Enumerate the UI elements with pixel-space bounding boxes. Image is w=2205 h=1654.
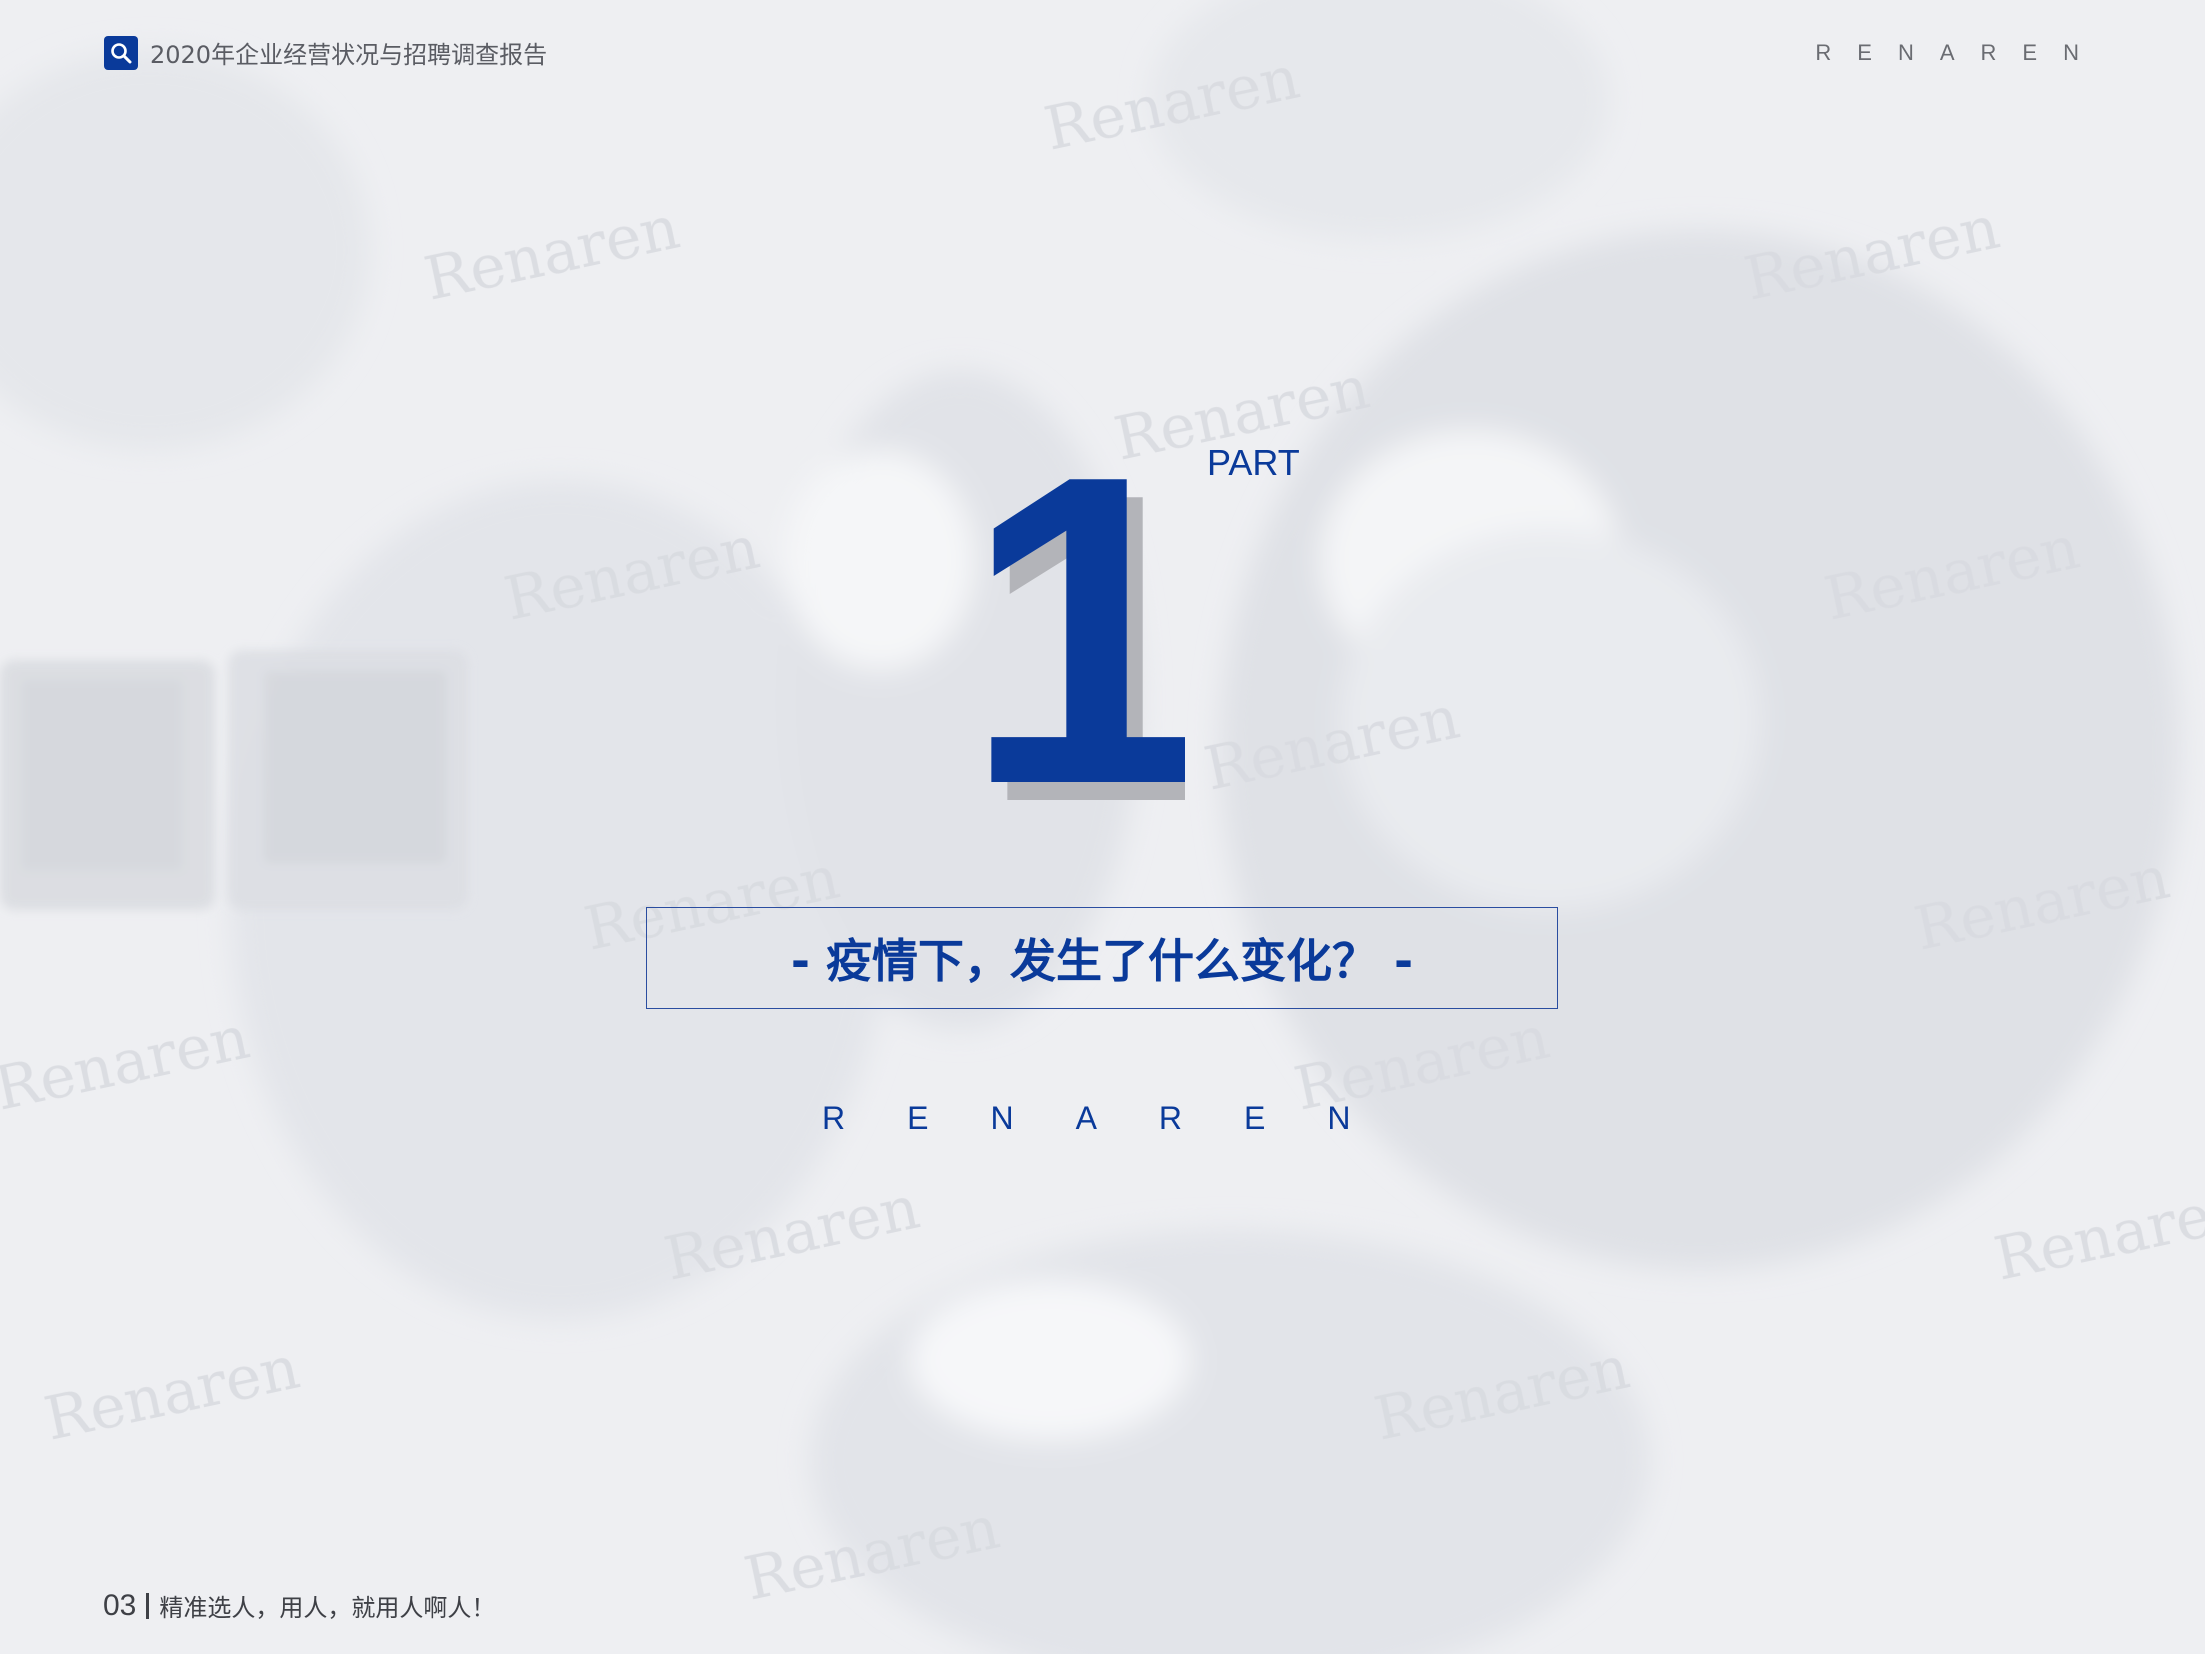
page-number: 03 — [103, 1588, 137, 1622]
footer-slogan: 精准选人，用人，就用人啊人！ — [159, 1594, 496, 1622]
header-brand: RENAREN — [1815, 40, 2105, 65]
footer-divider — [146, 1592, 150, 1619]
section-brand: RENAREN — [822, 1100, 1413, 1136]
search-icon — [104, 35, 138, 70]
background-photo: Renaren Renaren Renaren Renaren Renaren … — [0, 0, 2205, 1654]
section-subtitle: - 疫情下，发生了什么变化？ - — [790, 934, 1414, 988]
part-label: PART — [1207, 442, 1300, 483]
section-subtitle-box: - 疫情下，发生了什么变化？ - — [646, 907, 1558, 1009]
page-footer: 03 精准选人，用人，就用人啊人！ — [103, 1588, 495, 1623]
report-title: 2020年企业经营状况与招聘调查报告 — [150, 41, 548, 69]
report-header: 2020年企业经营状况与招聘调查报告 — [104, 35, 547, 70]
section-number: 1 1 — [985, 448, 1185, 803]
section-number-front: 1 — [985, 448, 1185, 803]
